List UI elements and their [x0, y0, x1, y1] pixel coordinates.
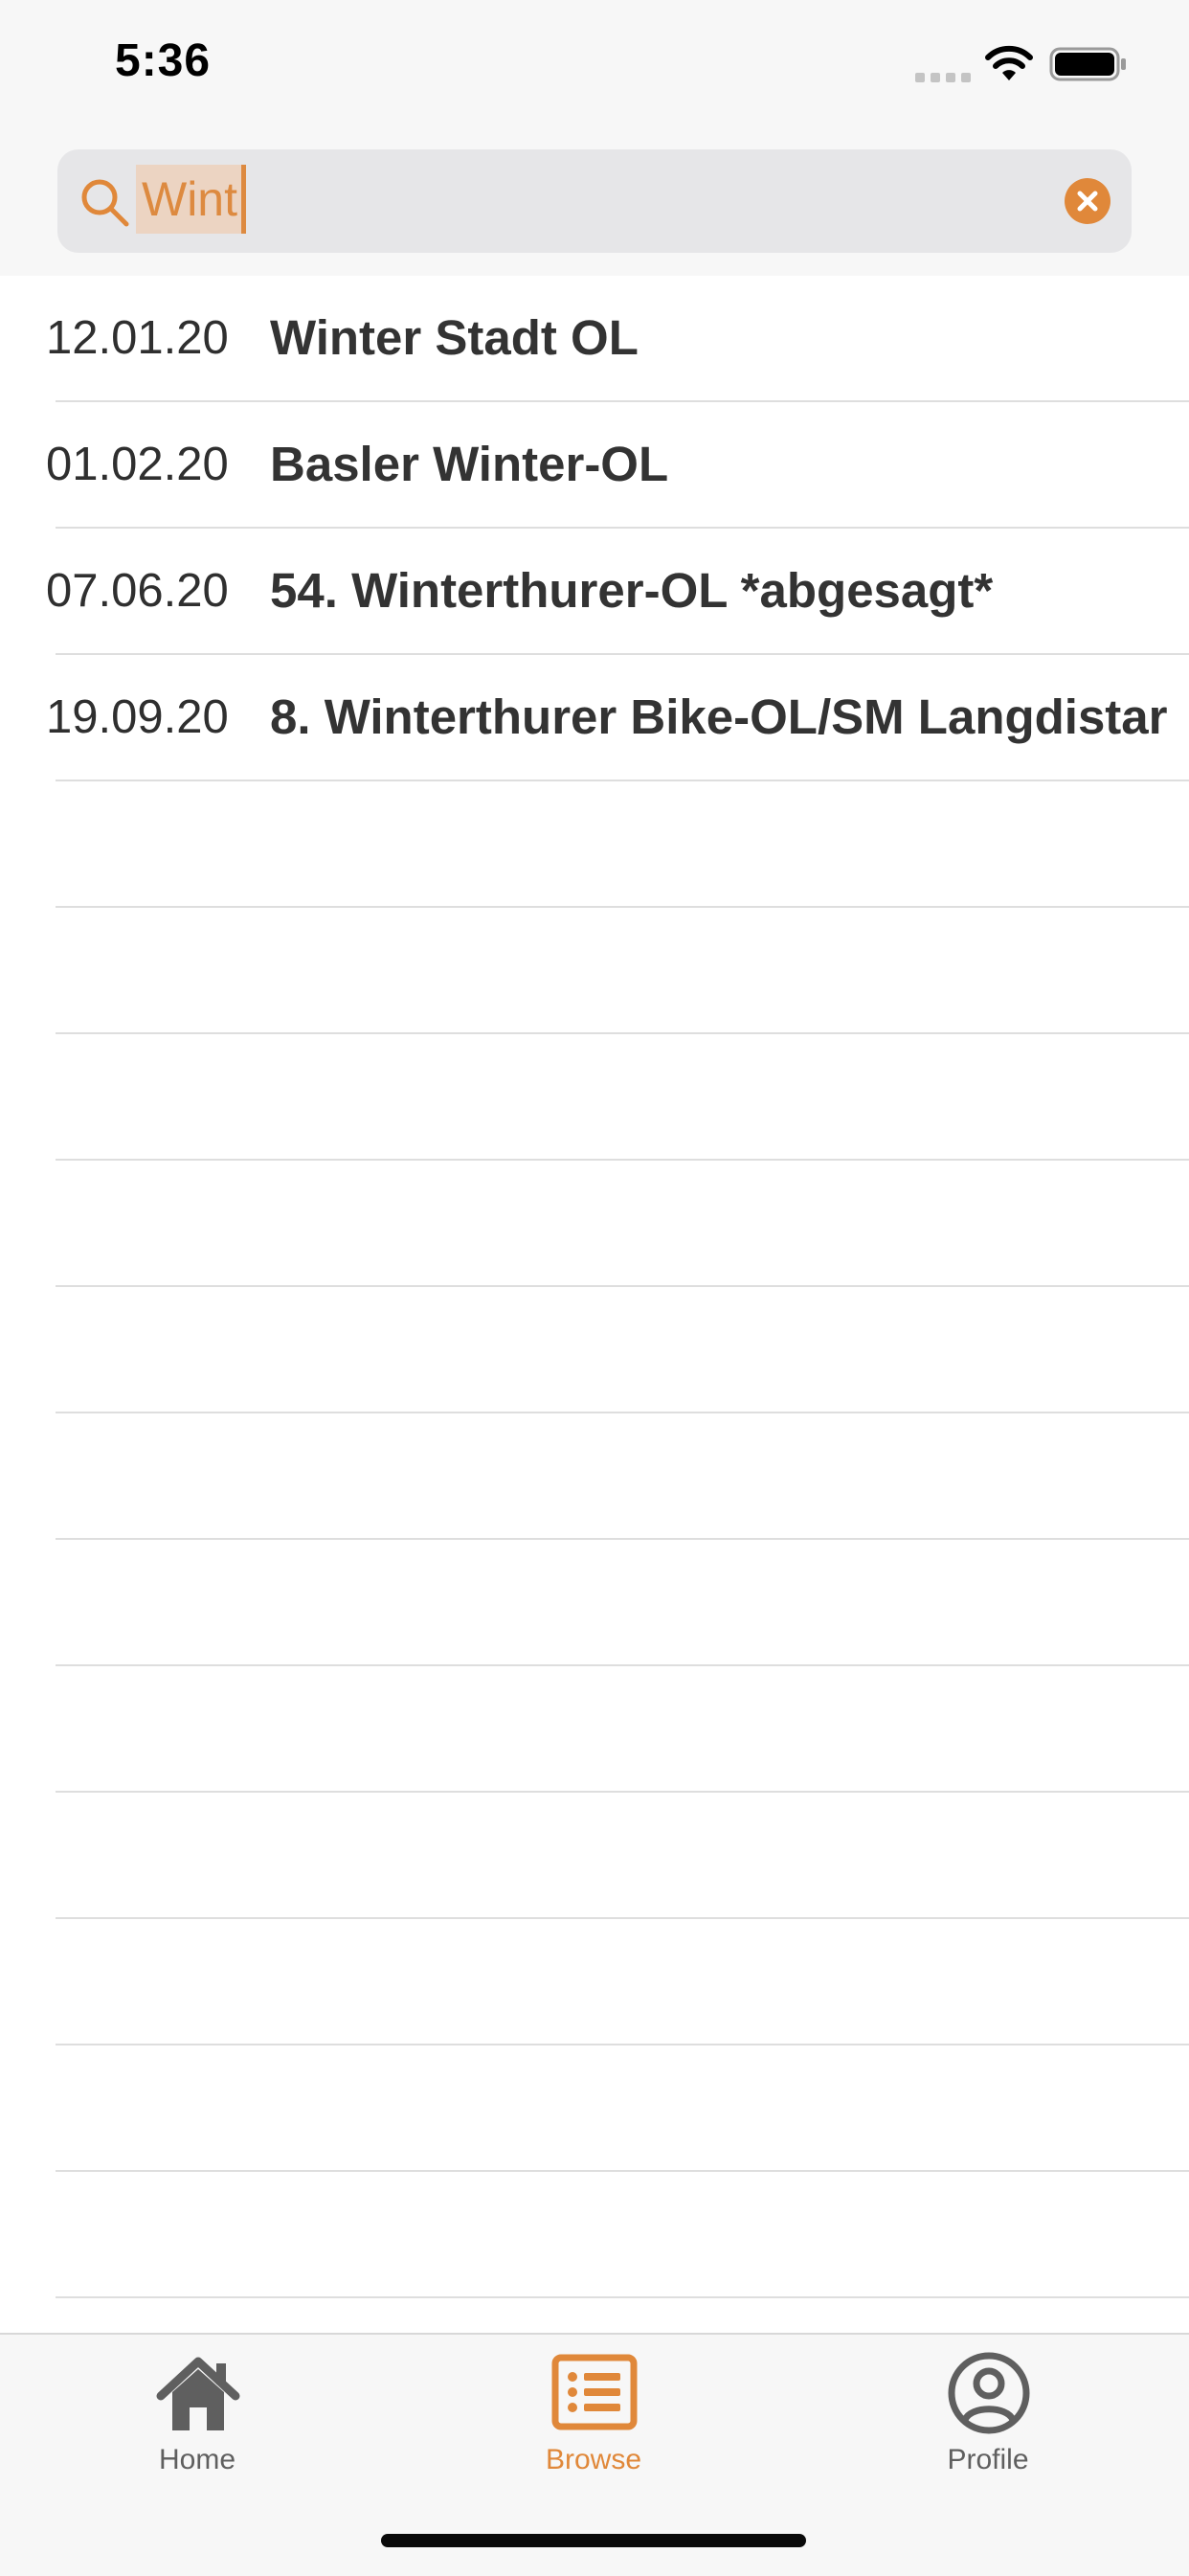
empty-row: [56, 2172, 1189, 2298]
list-icon: [551, 2354, 638, 2430]
empty-row: [56, 781, 1189, 908]
empty-row: [56, 1919, 1189, 2045]
tab-browse[interactable]: Browse: [479, 2344, 708, 2488]
header: 5:36 Wint: [0, 0, 1189, 276]
event-date: 19.09.20: [46, 691, 229, 743]
empty-row: [56, 1793, 1189, 1919]
tab-profile[interactable]: Profile: [873, 2344, 1103, 2488]
search-icon: [81, 179, 129, 227]
profile-icon: [948, 2352, 1030, 2434]
list-item[interactable]: 19.09.20 8. Winterthurer Bike-OL/SM Lang…: [46, 655, 1189, 781]
close-icon: [1077, 191, 1098, 212]
event-title: Winter Stadt OL: [270, 310, 639, 365]
wifi-icon: [985, 45, 1033, 80]
status-time: 5:36: [115, 35, 212, 86]
clear-search-button[interactable]: [1065, 178, 1110, 224]
tab-label-browse: Browse: [545, 2444, 642, 2475]
event-title: 8. Winterthurer Bike-OL/SM Langdistar: [270, 689, 1168, 744]
event-date: 12.01.20: [46, 312, 229, 364]
event-date: 07.06.20: [46, 565, 229, 617]
empty-row: [56, 1161, 1189, 1287]
empty-row: [56, 1666, 1189, 1793]
empty-row: [56, 1413, 1189, 1540]
list-item[interactable]: 07.06.20 54. Winterthurer-OL *abgesagt*: [46, 529, 1189, 655]
tab-label-profile: Profile: [947, 2444, 1029, 2475]
battery-icon: [1049, 47, 1126, 81]
cellular-signal-icon: [915, 73, 971, 82]
empty-row: [56, 1287, 1189, 1413]
event-title: Basler Winter-OL: [270, 437, 669, 491]
list-item[interactable]: 01.02.20 Basler Winter-OL: [46, 402, 1189, 529]
empty-row: [56, 2045, 1189, 2172]
empty-row: [56, 1034, 1189, 1161]
search-input[interactable]: Wint: [136, 165, 246, 234]
event-title: 54. Winterthurer-OL *abgesagt*: [270, 563, 994, 618]
home-icon: [156, 2357, 240, 2430]
tab-label-home: Home: [158, 2444, 236, 2475]
status-bar: 5:36: [0, 0, 1189, 134]
event-list: 12.01.20 Winter Stadt OL 01.02.20 Basler…: [0, 276, 1189, 2551]
list-item[interactable]: 12.01.20 Winter Stadt OL: [46, 276, 1189, 402]
tab-home[interactable]: Home: [82, 2344, 312, 2488]
home-indicator: [381, 2534, 806, 2547]
empty-row: [56, 908, 1189, 1034]
event-date: 01.02.20: [46, 439, 229, 490]
empty-row: [56, 1540, 1189, 1666]
search-bar[interactable]: Wint: [57, 149, 1132, 253]
